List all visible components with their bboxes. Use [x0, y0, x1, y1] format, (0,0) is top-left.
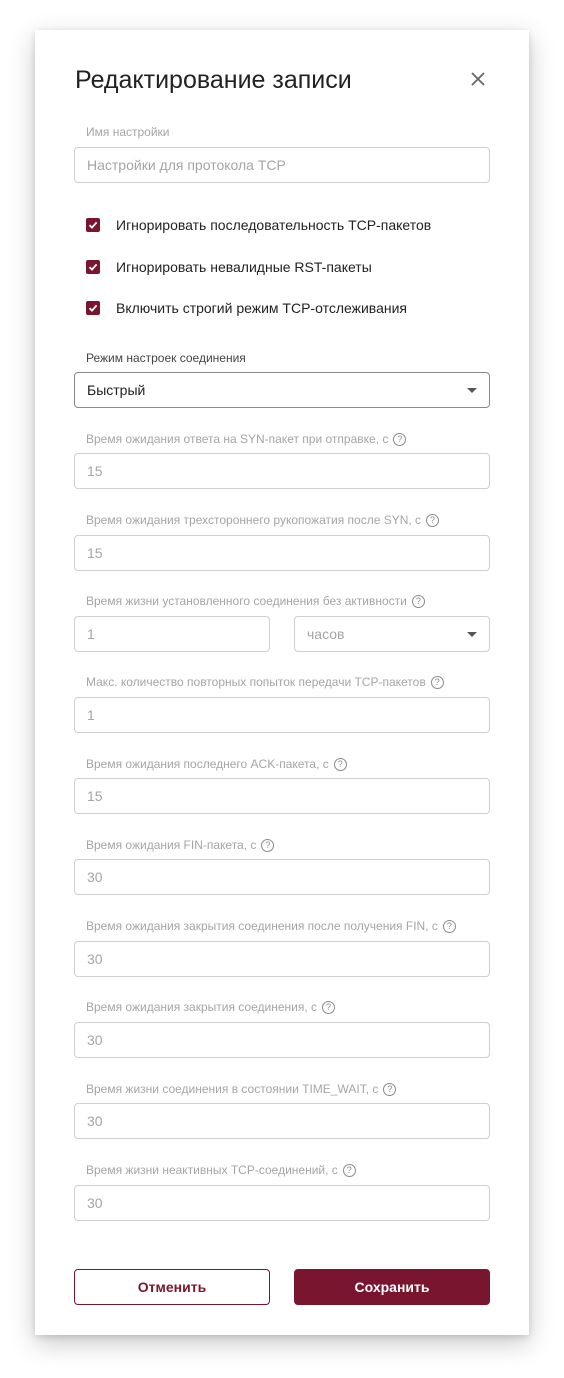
- help-icon[interactable]: ?: [426, 513, 440, 527]
- max-retries-label: Макс. количество повторных попыток перед…: [86, 675, 444, 689]
- handshake-timeout-label: Время ожидания трехстороннего рукопожати…: [86, 513, 440, 527]
- setting-name-input[interactable]: Настройки для протокола TCP: [74, 147, 490, 183]
- help-icon[interactable]: ?: [430, 675, 444, 689]
- fin-timeout-input[interactable]: 30: [74, 859, 490, 895]
- close-icon: [471, 72, 485, 86]
- handshake-timeout-input[interactable]: 15: [74, 535, 490, 571]
- close-timeout-input[interactable]: 30: [74, 1022, 490, 1058]
- last-ack-timeout-input[interactable]: 15: [74, 778, 490, 814]
- idle-lifetime-input[interactable]: 1: [74, 616, 270, 652]
- syn-timeout-input[interactable]: 15: [74, 453, 490, 489]
- help-icon[interactable]: ?: [411, 594, 425, 608]
- chevron-down-icon: [467, 387, 477, 393]
- inactive-lifetime-label: Время жизни неактивных TCP-соединений, с…: [86, 1163, 356, 1177]
- checkbox-checked-icon: [86, 218, 100, 232]
- close-button[interactable]: [465, 66, 491, 92]
- edit-record-dialog: Редактирование записи Имя настройки Наст…: [35, 30, 529, 1335]
- checkbox-label: Игнорировать невалидные RST-пакеты: [116, 259, 372, 275]
- checkbox-label: Включить строгий режим TCP-отслеживания: [116, 300, 408, 316]
- connection-mode-value: Быстрый: [87, 382, 146, 398]
- checkbox-strict-mode[interactable]: Включить строгий режим TCP-отслеживания: [86, 300, 407, 316]
- idle-lifetime-label: Время жизни установленного соединения бе…: [86, 594, 425, 608]
- syn-timeout-label: Время ожидания ответа на SYN-пакет при о…: [86, 432, 407, 446]
- connection-mode-select[interactable]: Быстрый: [74, 372, 490, 408]
- idle-lifetime-unit-select[interactable]: часов: [294, 616, 490, 652]
- time-wait-label: Время жизни соединения в состоянии TIME_…: [86, 1082, 397, 1096]
- close-after-fin-input[interactable]: 30: [74, 941, 490, 977]
- close-after-fin-label: Время ожидания закрытия соединения после…: [86, 919, 456, 933]
- dialog-title: Редактирование записи: [75, 66, 352, 94]
- help-icon[interactable]: ?: [342, 1163, 356, 1177]
- help-icon[interactable]: ?: [333, 757, 347, 771]
- checkbox-ignore-invalid-rst[interactable]: Игнорировать невалидные RST-пакеты: [86, 259, 372, 275]
- fin-timeout-label: Время ожидания FIN-пакета, с?: [86, 838, 275, 852]
- close-timeout-label: Время ожидания закрытия соединения, с?: [86, 1000, 336, 1014]
- help-icon[interactable]: ?: [442, 919, 456, 933]
- max-retries-input[interactable]: 1: [74, 697, 490, 733]
- checkbox-label: Игнорировать последовательность TCP-паке…: [116, 217, 432, 233]
- help-icon[interactable]: ?: [383, 1082, 397, 1096]
- connection-mode-label: Режим настроек соединения: [86, 351, 246, 365]
- checkbox-checked-icon: [86, 301, 100, 315]
- chevron-down-icon: [467, 631, 477, 637]
- last-ack-timeout-label: Время ожидания последнего ACK-пакета, с?: [86, 757, 347, 771]
- save-button[interactable]: Сохранить: [294, 1269, 490, 1305]
- setting-name-placeholder: Настройки для протокола TCP: [87, 157, 286, 173]
- help-icon[interactable]: ?: [261, 838, 275, 852]
- help-icon[interactable]: ?: [393, 432, 407, 446]
- checkbox-ignore-sequence[interactable]: Игнорировать последовательность TCP-паке…: [86, 217, 431, 233]
- help-icon[interactable]: ?: [322, 1000, 336, 1014]
- inactive-lifetime-input[interactable]: 30: [74, 1185, 490, 1221]
- time-wait-input[interactable]: 30: [74, 1103, 490, 1139]
- setting-name-label: Имя настройки: [86, 125, 170, 139]
- cancel-button[interactable]: Отменить: [74, 1269, 270, 1305]
- checkbox-checked-icon: [86, 260, 100, 274]
- unit-value: часов: [307, 626, 345, 642]
